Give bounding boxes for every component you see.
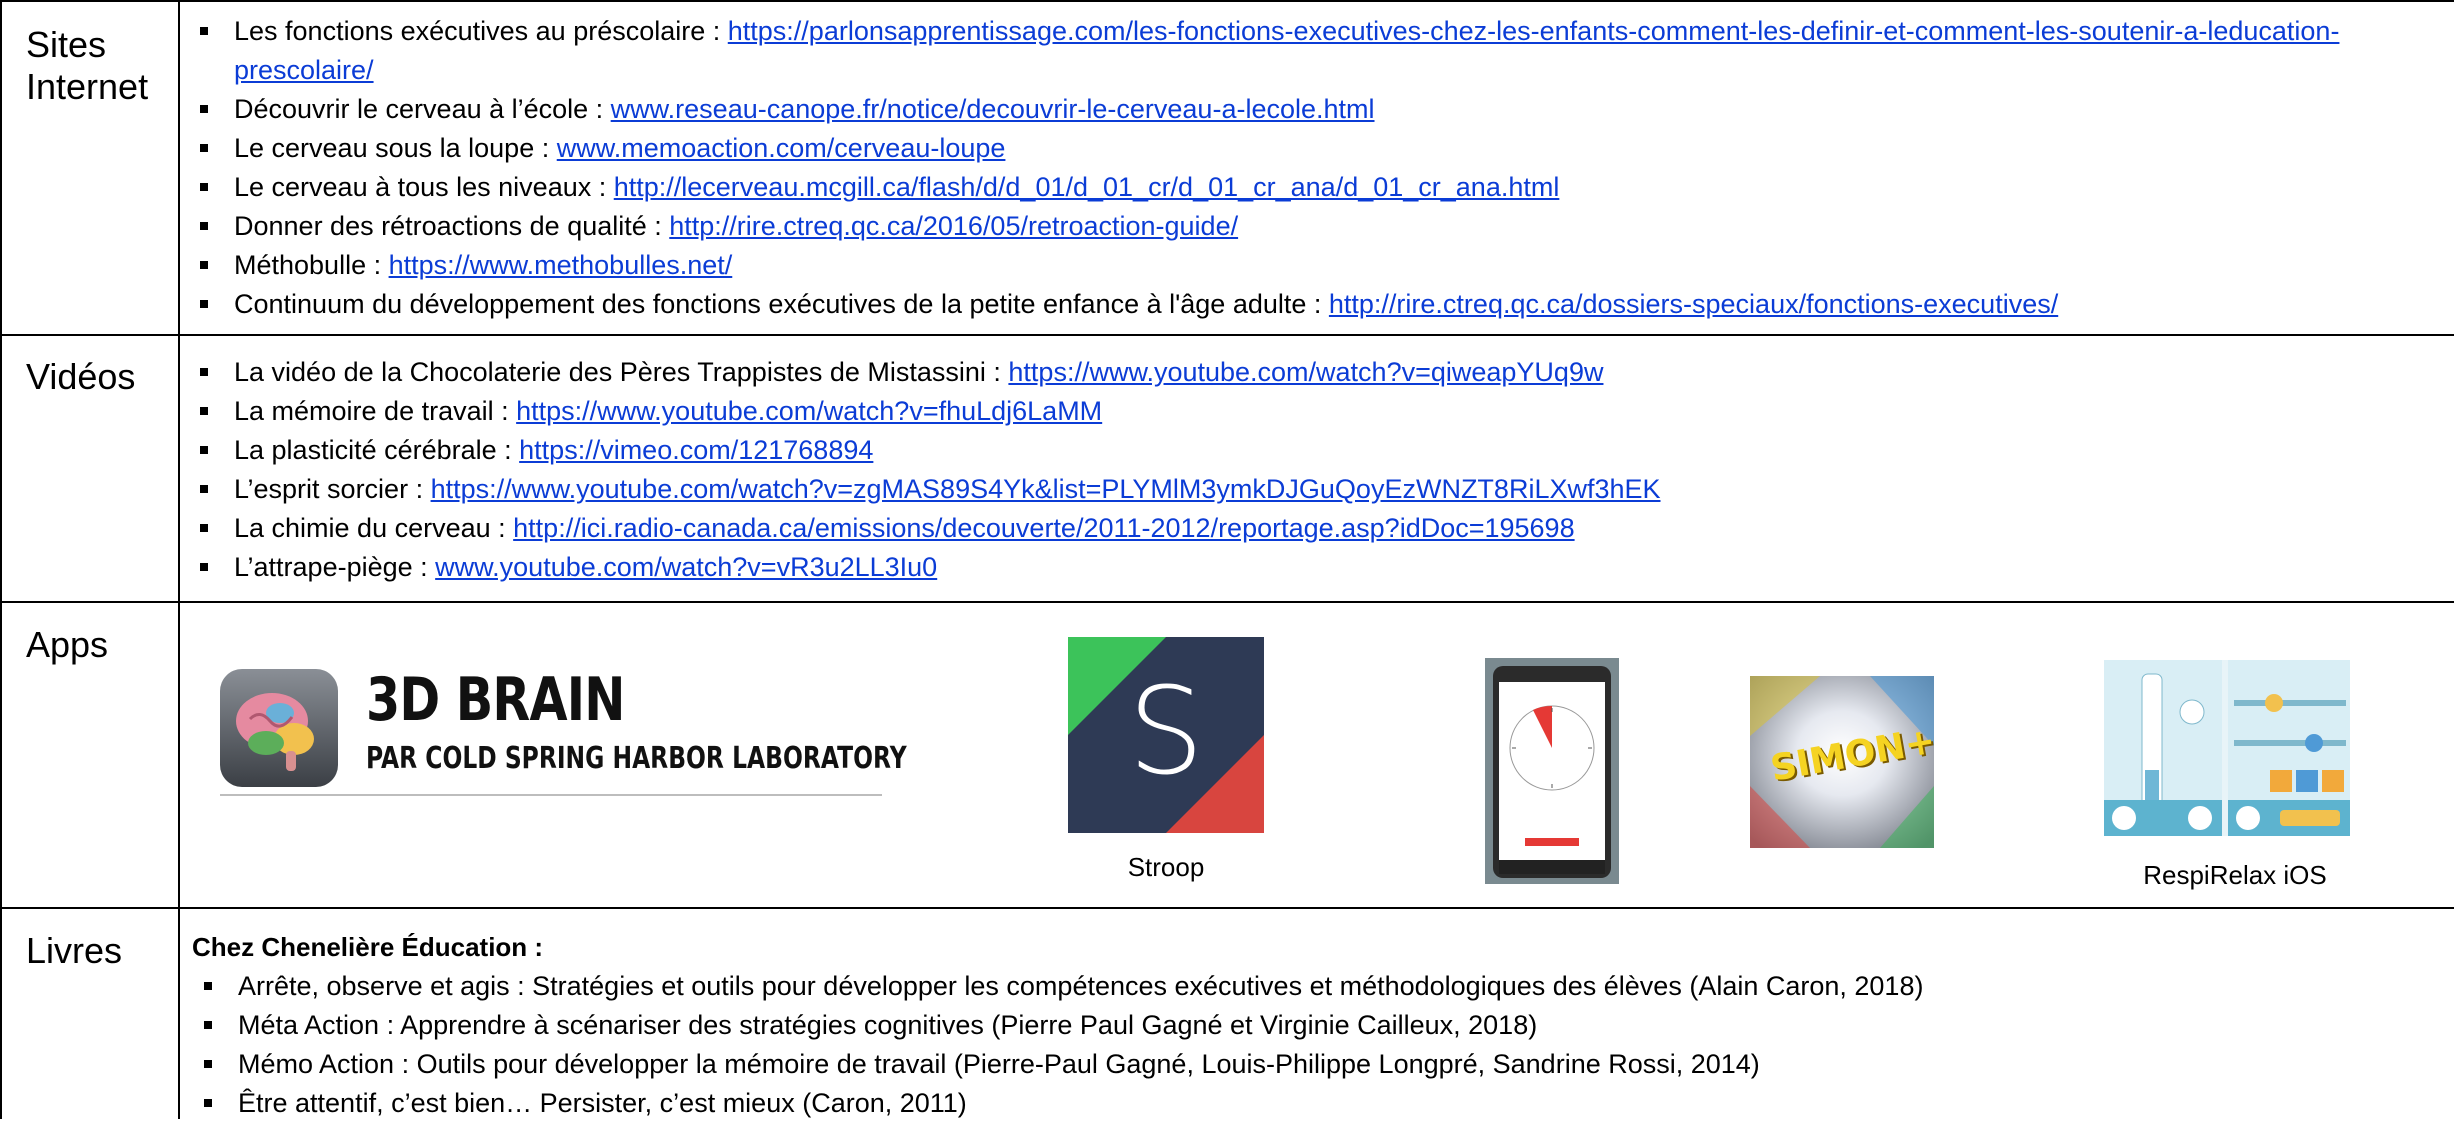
banner-underline [220, 794, 882, 796]
list-item: Arrête, observe et agis : Stratégies et … [204, 967, 2444, 1006]
timer-phone-icon [1493, 666, 1611, 878]
list-item-label: Découvrir le cerveau à l’école : [234, 94, 611, 124]
list-item-link[interactable]: https://vimeo.com/121768894 [519, 435, 873, 465]
table-border-left [0, 0, 2, 1119]
list-item-label: La plasticité cérébrale : [234, 435, 520, 465]
brain-title: 3D BRAIN [366, 665, 625, 735]
category-sites-internet: Sites Internet [26, 24, 149, 107]
list-item-link[interactable]: www.memoaction.com/cerveau-loupe [557, 133, 1006, 163]
list-item-link[interactable]: www.youtube.com/watch?v=vR3u2LL3Iu0 [435, 552, 937, 582]
list-item-link[interactable]: http://rire.ctreq.qc.ca/dossiers-speciau… [1329, 289, 2058, 319]
list-item: Mémo Action : Outils pour développer la … [204, 1045, 2444, 1084]
list-item: La vidéo de la Chocolaterie des Pères Tr… [200, 353, 2440, 392]
books-publisher: Chez Chenelière Éducation : [192, 932, 544, 962]
list-item-label: Le cerveau à tous les niveaux : [234, 172, 614, 202]
list-item: La mémoire de travail : https://www.yout… [200, 392, 2440, 431]
brain-subtitle: PAR COLD SPRING HARBOR LABORATORY [366, 741, 907, 776]
list-item-label: Méthobulle : [234, 250, 389, 280]
row-divider-books [0, 907, 2454, 909]
list-item-label: Continuum du développement des fonctions… [234, 289, 1329, 319]
stroop-caption: Stroop [1127, 852, 1205, 882]
list-item: Continuum du développement des fonctions… [200, 285, 2440, 324]
table-column-divider [178, 0, 180, 1119]
list-item: Les fonctions exécutives au préscolaire … [200, 12, 2440, 90]
list-item: Méthobulle : https://www.methobulles.net… [200, 246, 2440, 285]
row-divider-videos [0, 334, 2454, 336]
list-item-label: La chimie du cerveau : [234, 513, 514, 543]
category-apps: Apps [26, 624, 109, 665]
list-item-link[interactable]: https://www.youtube.com/watch?v=fhuLdj6L… [516, 396, 1102, 426]
stroop-letter: S [1127, 663, 1205, 802]
list-item-label: Les fonctions exécutives au préscolaire … [234, 16, 728, 46]
list-item: Le cerveau sous la loupe : www.memoactio… [200, 129, 2440, 168]
app-timer-phone[interactable] [1485, 658, 1619, 884]
list-item: La plasticité cérébrale : https://vimeo.… [200, 431, 2440, 470]
category-videos: Vidéos [26, 356, 136, 397]
app-simon[interactable]: SIMON+ [1750, 676, 1934, 848]
list-item: Le cerveau à tous les niveaux : http://l… [200, 168, 2440, 207]
list-item: Découvrir le cerveau à l’école : www.res… [200, 90, 2440, 129]
row-divider-top [0, 0, 2454, 2]
list-item-link[interactable]: https://www.youtube.com/watch?v=zgMAS89S… [431, 474, 1661, 504]
videos-list: La vidéo de la Chocolaterie des Pères Tr… [200, 353, 2440, 587]
list-item: La chimie du cerveau : http://ici.radio-… [200, 509, 2440, 548]
books-list: Arrête, observe et agis : Stratégies et … [204, 967, 2444, 1123]
list-item-link[interactable]: https://www.youtube.com/watch?v=qiweapYU… [1008, 357, 1603, 387]
list-item-label: La mémoire de travail : [234, 396, 517, 426]
respirelax-screens-icon [2104, 660, 2350, 836]
list-item-link[interactable]: www.reseau-canope.fr/notice/decouvrir-le… [611, 94, 1375, 124]
sites-list: Les fonctions exécutives au préscolaire … [200, 12, 2440, 324]
respirelax-caption: RespiRelax iOS [2143, 860, 2327, 890]
list-item: L’esprit sorcier : https://www.youtube.c… [200, 470, 2440, 509]
app-stroop[interactable]: S [1068, 637, 1264, 833]
list-item-label: L’attrape-piège : [234, 552, 436, 582]
brain-app-icon [220, 669, 338, 787]
app-respirelax[interactable] [2104, 660, 2350, 836]
list-item: Être attentif, c’est bien… Persister, c’… [204, 1084, 2444, 1123]
list-item-link[interactable]: http://ici.radio-canada.ca/emissions/dec… [513, 513, 1574, 543]
app-3d-brain[interactable]: 3D BRAIN PAR COLD SPRING HARBOR LABORATO… [220, 665, 907, 797]
list-item-link[interactable]: http://rire.ctreq.qc.ca/2016/05/retroact… [669, 211, 1238, 241]
list-item-label: La vidéo de la Chocolaterie des Pères Tr… [234, 357, 1009, 387]
category-livres: Livres [26, 930, 123, 971]
list-item-label: Donner des rétroactions de qualité : [234, 211, 670, 241]
list-item-label: L’esprit sorcier : [234, 474, 431, 504]
list-item: Méta Action : Apprendre à scénariser des… [204, 1006, 2444, 1045]
list-item: Donner des rétroactions de qualité : htt… [200, 207, 2440, 246]
list-item-link[interactable]: http://lecerveau.mcgill.ca/flash/d/d_01/… [614, 172, 1560, 202]
list-item-link[interactable]: https://www.methobulles.net/ [389, 250, 733, 280]
list-item: L’attrape-piège : www.youtube.com/watch?… [200, 548, 2440, 587]
brain-icon [236, 693, 314, 771]
list-item-label: Le cerveau sous la loupe : [234, 133, 557, 163]
row-divider-apps [0, 601, 2454, 603]
